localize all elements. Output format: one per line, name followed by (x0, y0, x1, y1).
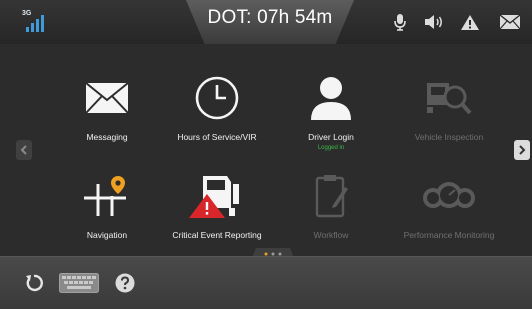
app-label: Driver Login (308, 132, 354, 142)
login-status: Logged in (317, 145, 345, 151)
app-label: Navigation (86, 230, 128, 240)
app-label: Performance Monitoring (403, 230, 495, 240)
inspection-icon (419, 72, 479, 124)
bottom-bar (0, 256, 532, 309)
app-hours-of-service[interactable]: Hours of Service/VIR (157, 68, 277, 163)
truck-warning-icon (187, 170, 247, 222)
app-vehicle-inspection[interactable]: Vehicle Inspection (389, 68, 509, 163)
app-driver-login[interactable]: Driver Login Logged in (271, 68, 391, 163)
warning-icon[interactable] (456, 0, 484, 44)
gauge-icon (419, 170, 479, 222)
keyboard-icon[interactable] (58, 257, 100, 309)
clock-icon (187, 72, 247, 124)
clipboard-icon (301, 170, 361, 222)
app-navigation[interactable]: Navigation (47, 166, 167, 261)
signal-icon: 3G (22, 10, 48, 36)
app-label: Messaging (86, 132, 128, 142)
network-label: 3G (22, 10, 32, 17)
mail-icon[interactable] (496, 0, 524, 44)
page-indicator (252, 245, 294, 258)
next-page-button[interactable] (514, 140, 530, 160)
help-icon[interactable] (114, 257, 136, 309)
status-bar: 3G DOT: 07h 54m (0, 0, 532, 44)
microphone-icon[interactable] (386, 0, 414, 44)
previous-page-button[interactable] (16, 140, 32, 160)
app-label: Vehicle Inspection (414, 132, 484, 142)
app-grid: Messaging Hours of Service/VIR Driver Lo… (0, 44, 532, 258)
app-label: Critical Event Reporting (172, 230, 262, 240)
dot-timer: DOT: 07h 54m (207, 7, 333, 28)
app-performance-monitoring[interactable]: Performance Monitoring (389, 166, 509, 261)
app-messaging[interactable]: Messaging (47, 68, 167, 163)
speaker-icon[interactable] (420, 0, 448, 44)
chevron-right-icon (519, 145, 526, 155)
driver-icon (301, 72, 361, 124)
chevron-left-icon (20, 145, 27, 155)
app-label: Workflow (313, 230, 349, 240)
navigation-icon (77, 170, 137, 222)
refresh-icon[interactable] (20, 257, 48, 309)
app-label: Hours of Service/VIR (177, 132, 257, 142)
envelope-icon (77, 72, 137, 124)
